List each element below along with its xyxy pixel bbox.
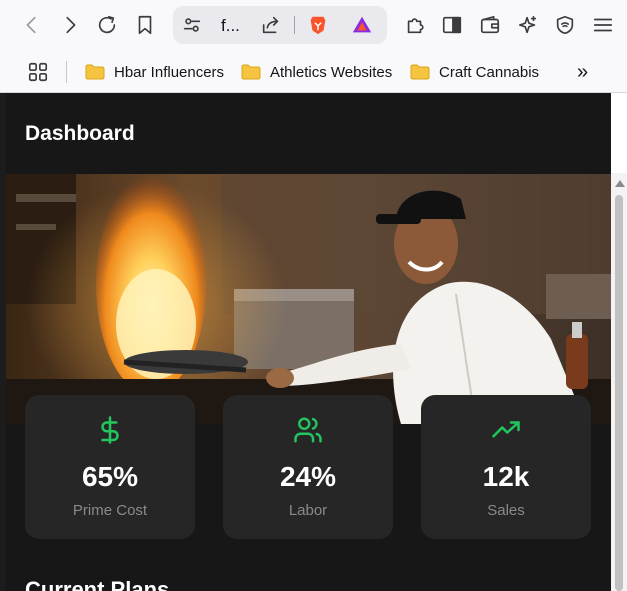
back-button[interactable] (18, 10, 46, 40)
hamburger-menu-icon (593, 18, 613, 32)
stat-value: 24% (279, 461, 337, 492)
shield-wifi-icon (556, 15, 574, 35)
stat-card-sales: 12k Sales (421, 395, 591, 539)
url-separator (294, 16, 295, 34)
forward-button[interactable] (56, 10, 84, 40)
wallet-button[interactable] (476, 10, 504, 40)
apps-button[interactable] (24, 57, 52, 87)
browser-toolbar: f... (0, 0, 627, 52)
brave-rewards-button[interactable] (348, 10, 376, 40)
bookmark-athletics-websites[interactable]: Athletics Websites (241, 59, 392, 85)
bookmarks-overflow-button[interactable]: » (577, 59, 588, 85)
reload-icon (98, 15, 116, 34)
bookmark-button[interactable] (131, 10, 159, 40)
bookmarks-bar: Hbar Influencers Athletics Websites Craf… (0, 52, 627, 93)
stat-label: Prime Cost (72, 502, 148, 519)
stat-value: 12k (482, 461, 530, 492)
section-title: Current Plans (25, 577, 170, 591)
scroll-up-arrow-icon[interactable] (615, 180, 625, 187)
bookmark-icon (138, 15, 152, 35)
extensions-button[interactable] (401, 10, 429, 40)
bookmarks-divider (66, 61, 67, 83)
sparkles-icon (518, 15, 537, 34)
scrollbar-thumb[interactable] (615, 195, 623, 591)
apps-grid-icon (28, 62, 48, 82)
hero-image (6, 174, 611, 424)
stat-card-labor: 24% Labor (223, 395, 393, 539)
folder-icon (85, 64, 105, 80)
sidebar-button[interactable] (438, 10, 466, 40)
site-settings-button[interactable] (178, 10, 206, 40)
stat-card-prime-cost: 65% Prime Cost (25, 395, 195, 539)
app-header: Dashboard (6, 93, 611, 173)
share-button[interactable] (257, 10, 285, 40)
bookmark-label: Athletics Websites (270, 63, 393, 81)
wallet-icon (480, 15, 500, 34)
leo-ai-button[interactable] (514, 10, 542, 40)
sidebar-icon (442, 16, 462, 34)
stat-label: Labor (288, 502, 328, 519)
bookmark-label: Craft Cannabis (439, 63, 540, 81)
dollar-icon (101, 416, 119, 444)
page-scrollbar[interactable] (611, 173, 627, 591)
dashboard-app: Dashboard 65% Prime Cost 24% Labor 12k S… (6, 93, 611, 591)
stat-label: Sales (487, 502, 525, 519)
users-icon (294, 417, 322, 443)
stat-value: 65% (81, 461, 139, 492)
rewards-triangle-icon (352, 16, 372, 33)
sliders-icon (183, 18, 201, 32)
reload-button[interactable] (93, 10, 121, 40)
chevron-left-icon (26, 16, 36, 34)
folder-icon (410, 64, 430, 80)
menu-button[interactable] (589, 10, 617, 40)
chef-flaming-pan-image (6, 174, 611, 424)
folder-icon (241, 64, 261, 80)
bookmark-craft-cannabis[interactable]: Craft Cannabis (410, 59, 539, 85)
chevron-double-right-icon: » (577, 60, 589, 83)
page-title: Dashboard (25, 122, 135, 145)
chevron-right-icon (66, 16, 76, 34)
brave-shields-button[interactable] (304, 10, 332, 40)
vpn-button[interactable] (551, 10, 579, 40)
trending-up-icon (492, 421, 520, 438)
bookmark-hbar-influencers[interactable]: Hbar Influencers (85, 59, 224, 85)
share-icon (262, 16, 279, 34)
puzzle-icon (407, 18, 424, 34)
brave-lion-icon (310, 16, 326, 35)
bookmark-label: Hbar Influencers (114, 63, 225, 81)
url-text[interactable]: f... (221, 16, 240, 36)
